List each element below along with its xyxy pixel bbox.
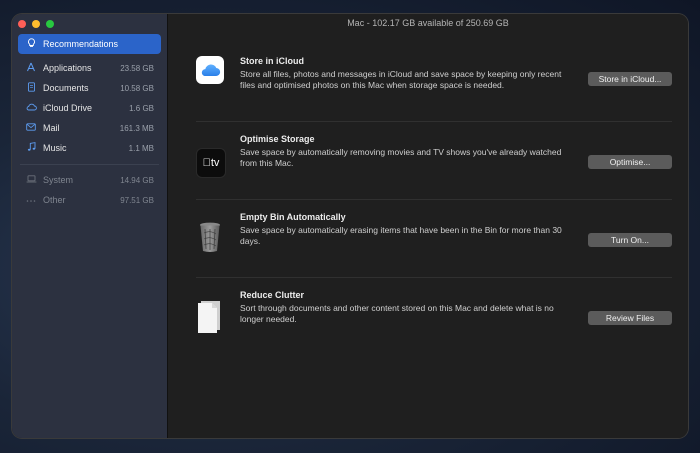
recommendation-description: Sort through documents and other content…	[240, 303, 554, 324]
sidebar-item-other: Other 97.51 GB	[18, 190, 161, 210]
sidebar-item-label: System	[43, 175, 74, 185]
sidebar-item-size: 14.94 GB	[120, 175, 154, 185]
sidebar-item-label: iCloud Drive	[43, 103, 93, 113]
recommendation-store-in-icloud: Store in iCloud Store all files, photos …	[196, 44, 672, 122]
recommendation-title: Empty Bin Automatically	[240, 212, 346, 222]
sidebar-item-mail[interactable]: Mail 161.3 MB	[18, 118, 161, 138]
recommendation-optimise-storage: tv Optimise Storage Save space by autom…	[196, 122, 672, 200]
review-files-button[interactable]: Review Files	[588, 311, 672, 325]
optimise-button[interactable]: Optimise...	[588, 155, 672, 169]
close-button[interactable]	[18, 20, 26, 28]
applications-icon	[25, 62, 37, 74]
recommendation-description: Save space by automatically erasing item…	[240, 225, 562, 246]
sidebar-item-label: Recommendations	[43, 39, 119, 49]
recommendation-empty-bin: Empty Bin Automatically Save space by au…	[196, 200, 672, 278]
sidebar-item-label: Documents	[43, 83, 89, 93]
sidebar-item-label: Mail	[43, 123, 60, 133]
apple-tv-icon-label: tv	[203, 157, 220, 169]
envelope-icon	[25, 123, 37, 133]
recommendation-title: Reduce Clutter	[240, 290, 305, 300]
storage-window: Recommendations Applications 23.58 GB Do…	[12, 14, 688, 438]
sidebar-item-label: Applications	[43, 63, 92, 73]
document-icon	[25, 82, 37, 94]
recommendation-description: Save space by automatically removing mov…	[240, 147, 562, 168]
window-controls	[18, 20, 54, 28]
icloud-icon	[196, 56, 224, 84]
sidebar-item-size: 1.6 GB	[129, 103, 154, 113]
sidebar-item-recommendations[interactable]: Recommendations	[18, 34, 161, 54]
sidebar-item-label: Other	[43, 195, 66, 205]
sidebar-item-size: 10.58 GB	[120, 83, 154, 93]
recommendation-description: Store all files, photos and messages in …	[240, 69, 562, 90]
sidebar-item-icloud-drive[interactable]: iCloud Drive 1.6 GB	[18, 98, 161, 118]
laptop-icon	[25, 175, 37, 185]
zoom-button[interactable]	[46, 20, 54, 28]
sidebar-item-size: 161.3 MB	[119, 123, 154, 133]
recommendation-title: Optimise Storage	[240, 134, 315, 144]
main-panel: Mac - 102.17 GB available of 250.69 GB S…	[168, 14, 688, 438]
turn-on-button[interactable]: Turn On...	[588, 233, 672, 247]
window-title: Mac - 102.17 GB available of 250.69 GB	[347, 18, 509, 28]
document-pile-icon	[196, 300, 224, 333]
sidebar: Recommendations Applications 23.58 GB Do…	[12, 14, 168, 438]
ellipsis-icon	[25, 195, 37, 205]
sidebar-item-documents[interactable]: Documents 10.58 GB	[18, 78, 161, 98]
sidebar-item-system: System 14.94 GB	[18, 170, 161, 190]
minimize-button[interactable]	[32, 20, 40, 28]
sidebar-item-music[interactable]: Music 1.1 MB	[18, 138, 161, 158]
music-note-icon	[25, 142, 37, 154]
sidebar-list: Recommendations Applications 23.58 GB Do…	[18, 34, 161, 210]
cloud-icon	[25, 103, 37, 113]
sidebar-item-size: 23.58 GB	[120, 63, 154, 73]
recommendation-title: Store in iCloud	[240, 56, 304, 66]
sidebar-item-size: 1.1 MB	[128, 143, 154, 153]
apple-tv-icon: tv	[196, 148, 226, 178]
lightbulb-icon	[25, 38, 37, 50]
sidebar-item-size: 97.51 GB	[120, 195, 154, 205]
sidebar-item-applications[interactable]: Applications 23.58 GB	[18, 58, 161, 78]
trash-bin-icon	[196, 221, 224, 252]
sidebar-divider	[20, 164, 159, 165]
sidebar-item-label: Music	[43, 143, 67, 153]
recommendation-reduce-clutter: Reduce Clutter Sort through documents an…	[196, 278, 672, 355]
store-in-icloud-button[interactable]: Store in iCloud...	[588, 72, 672, 86]
